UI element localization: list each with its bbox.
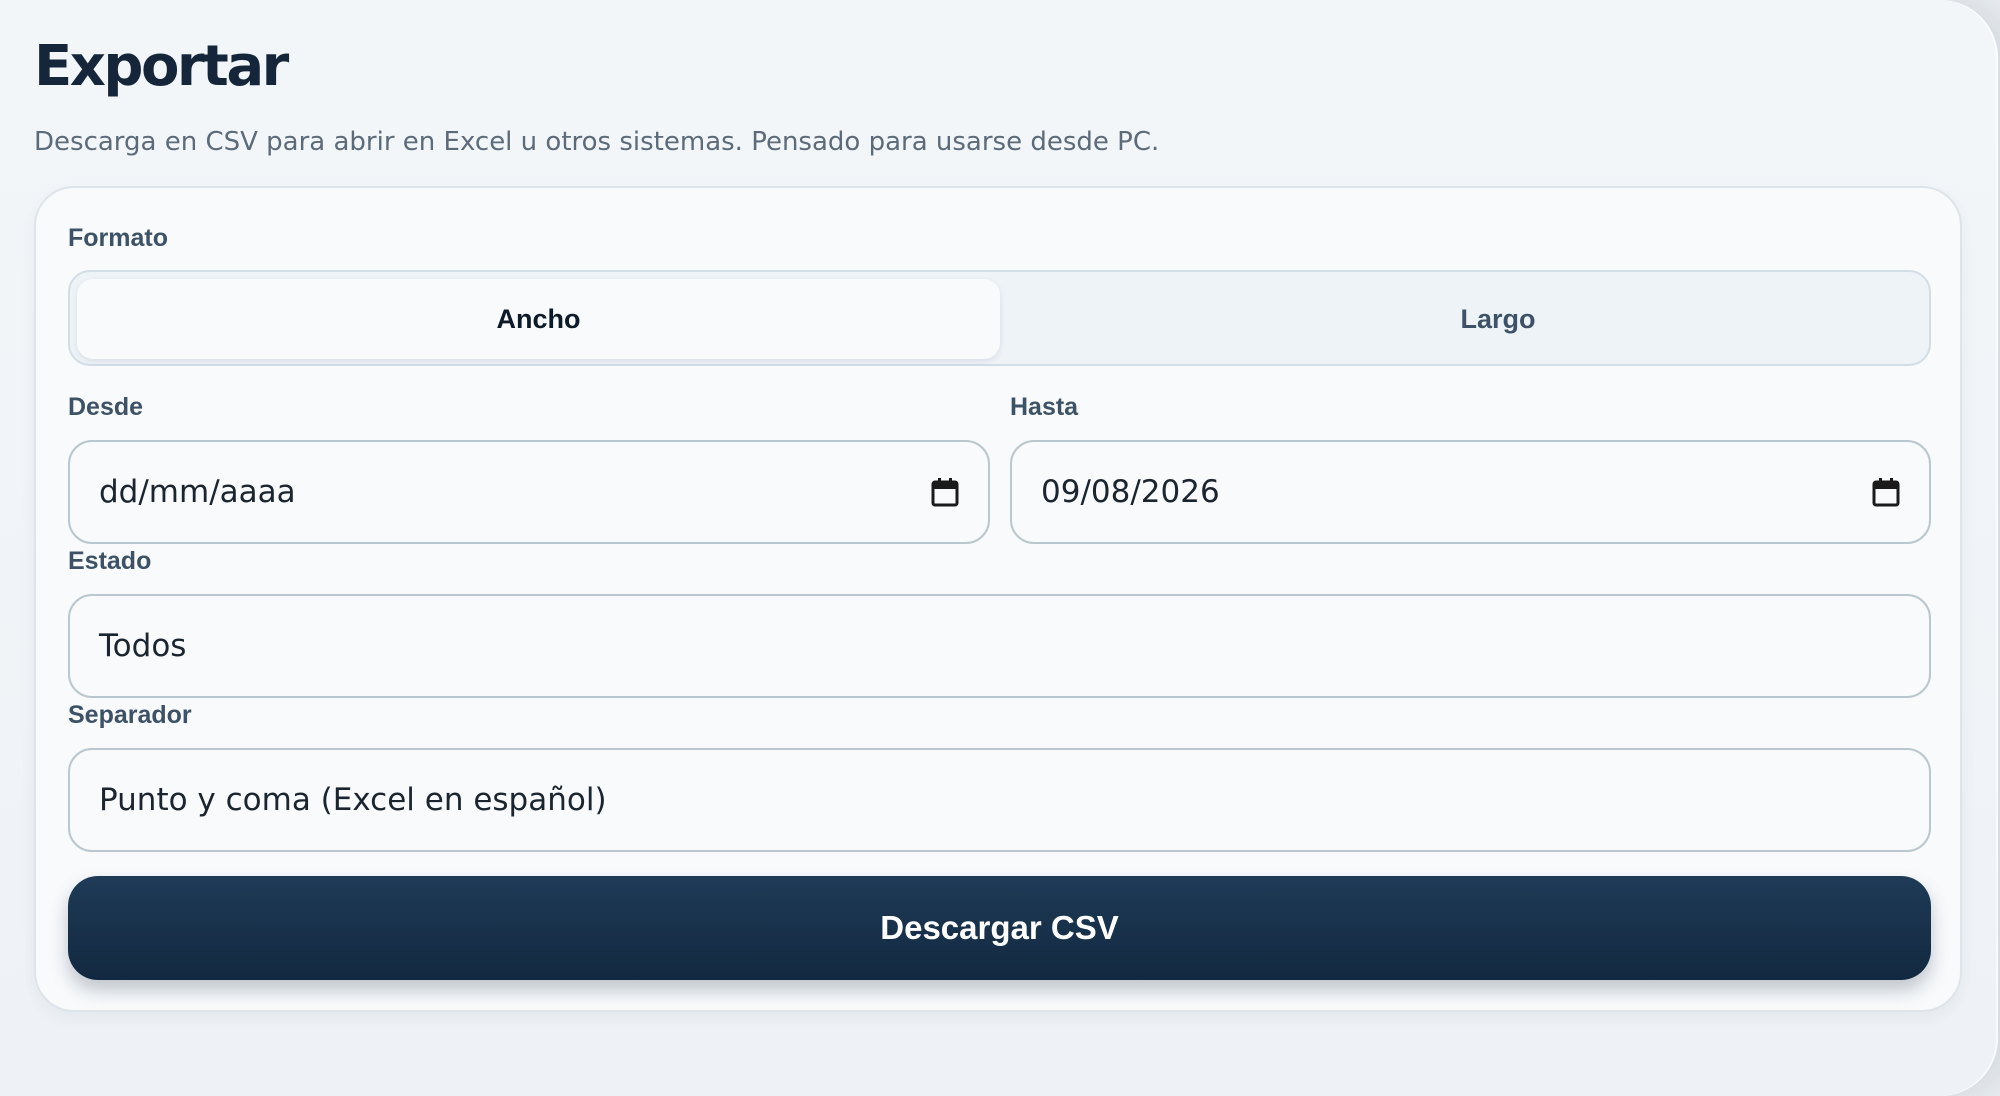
format-label: Formato (68, 224, 168, 252)
download-csv-button[interactable]: Descargar CSV (68, 876, 1931, 980)
separator-selected-value: Punto y coma (Excel en español) (99, 782, 607, 818)
to-date-value: 09/08/2026 (1041, 474, 1220, 510)
to-date-label: Hasta (1010, 393, 1079, 421)
from-date-label: Desde (68, 393, 144, 421)
page-title: Exportar (34, 34, 289, 99)
format-option-largo[interactable]: Largo (1070, 279, 1926, 359)
format-toggle: Ancho Largo (68, 270, 1931, 366)
export-panel: Exportar Descarga en CSV para abrir en E… (0, 0, 1998, 1096)
status-select[interactable]: Todos (68, 594, 1931, 698)
format-option-ancho[interactable]: Ancho (77, 279, 1000, 359)
separator-label: Separador (68, 701, 192, 729)
from-date-value: dd/mm/aaaa (99, 474, 296, 510)
page-subtitle: Descarga en CSV para abrir en Excel u ot… (34, 127, 1160, 157)
to-date-input[interactable]: 09/08/2026 (1010, 440, 1931, 544)
status-label: Estado (68, 547, 152, 575)
status-selected-value: Todos (99, 628, 187, 664)
separator-select[interactable]: Punto y coma (Excel en español) (68, 748, 1931, 852)
calendar-icon[interactable] (931, 477, 959, 507)
calendar-icon[interactable] (1872, 477, 1900, 507)
from-date-input[interactable]: dd/mm/aaaa (68, 440, 990, 544)
